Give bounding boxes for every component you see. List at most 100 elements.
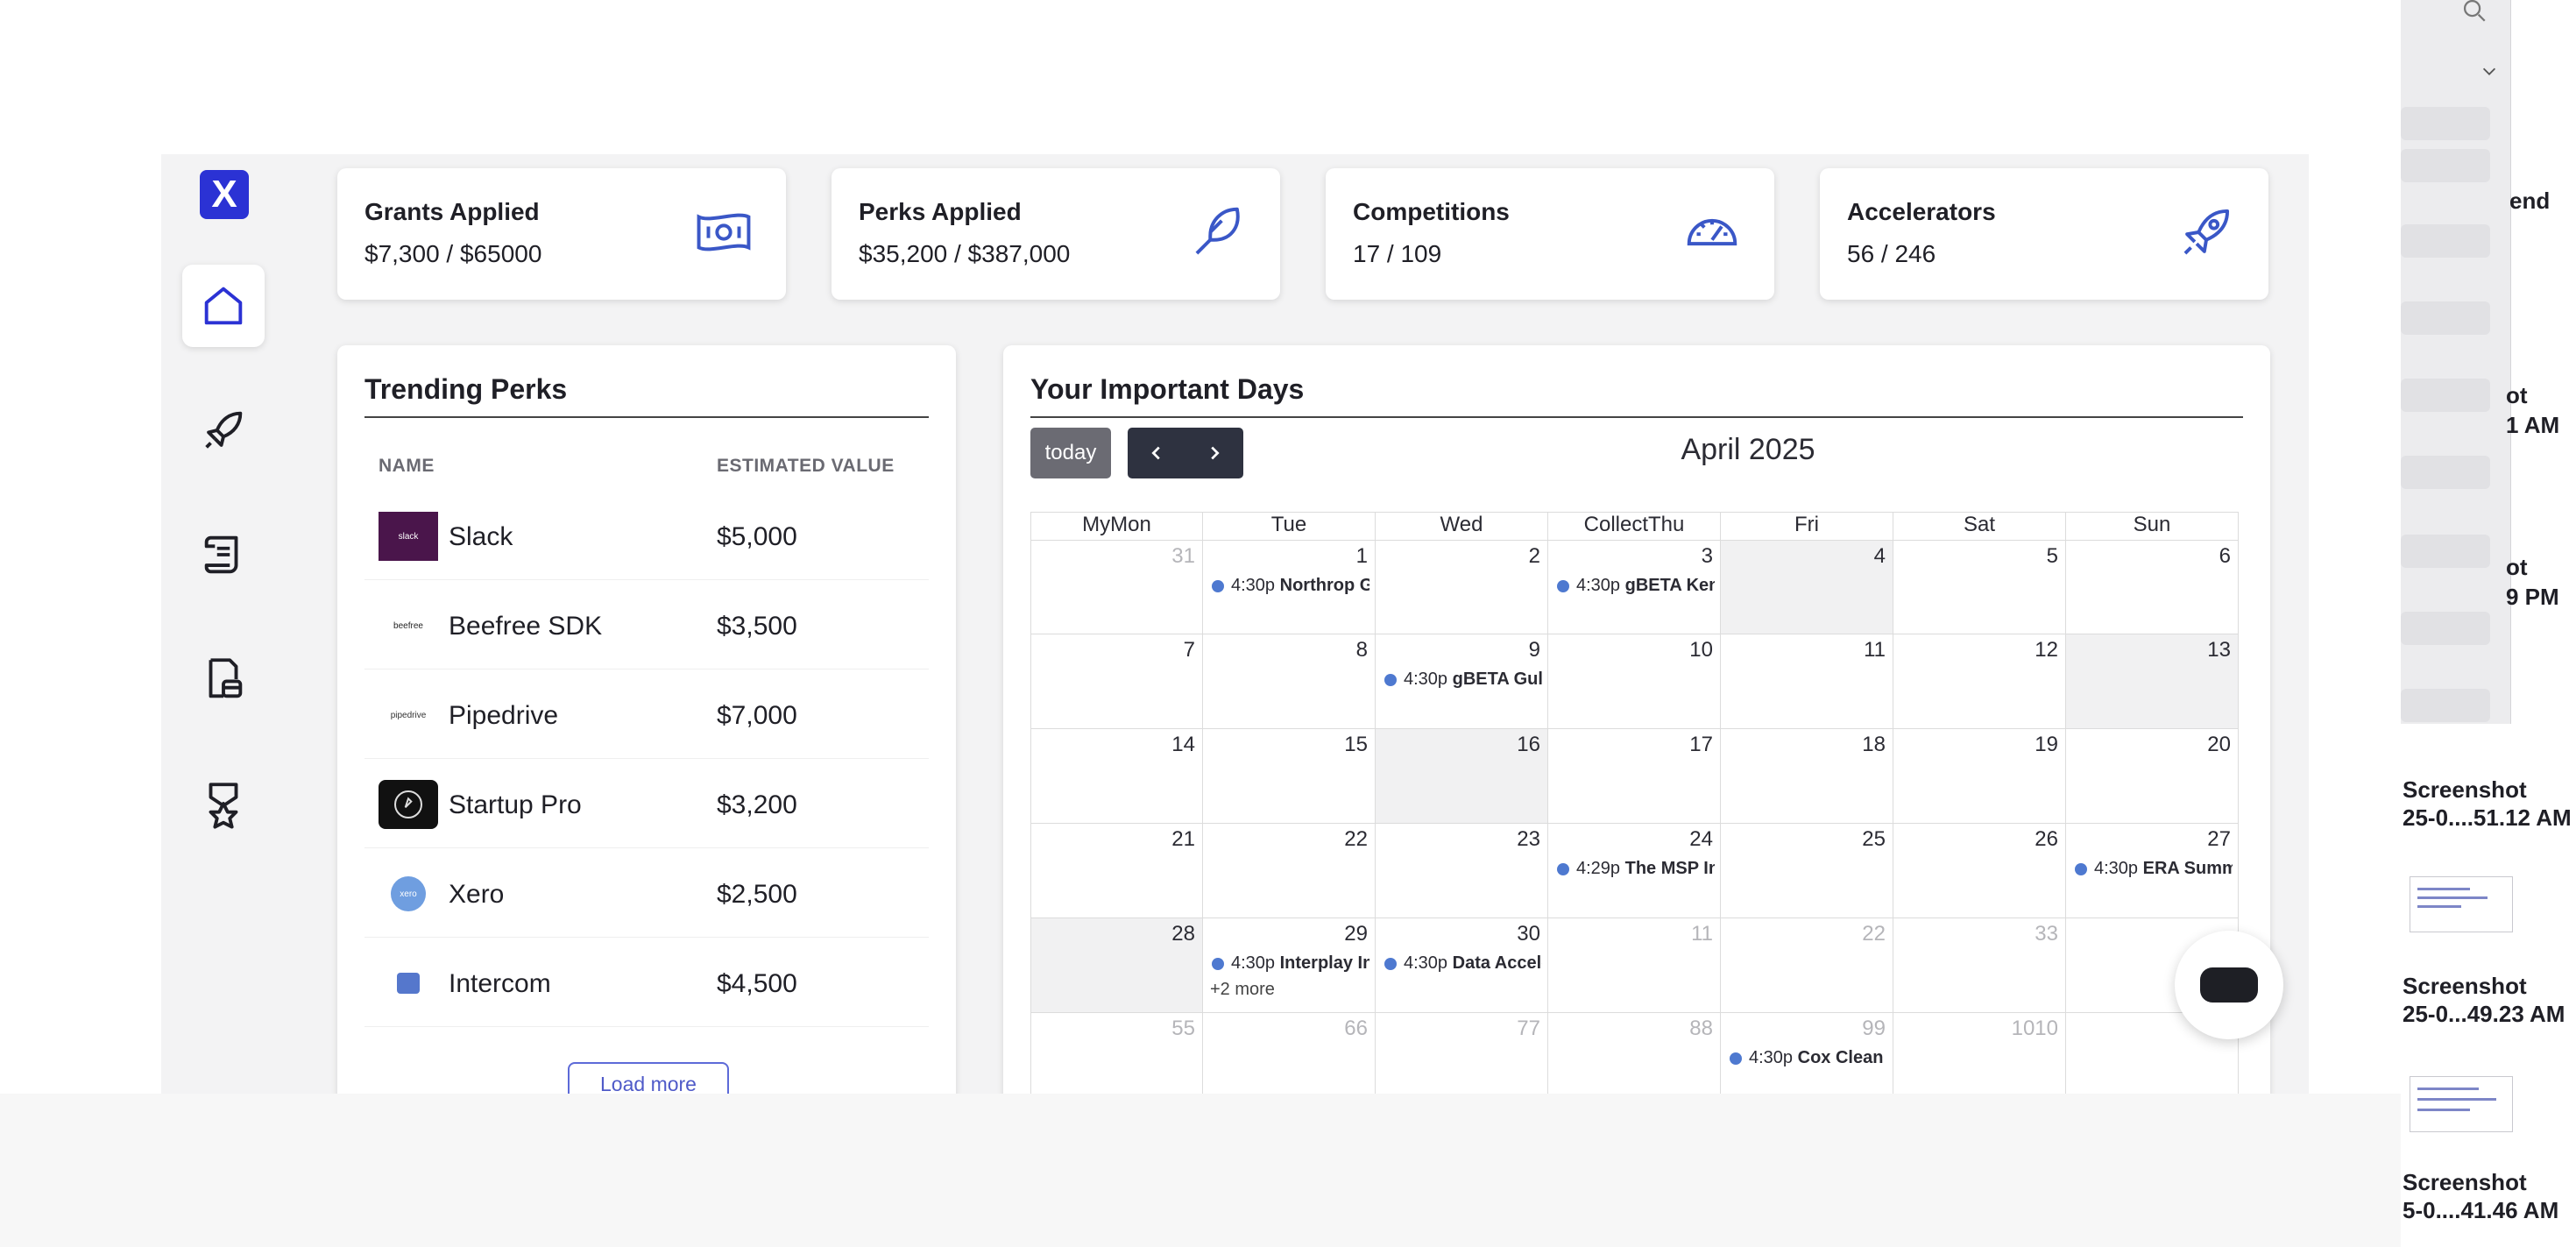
list-item[interactable] (2401, 456, 2490, 489)
calendar-day-cell[interactable]: 22 (1203, 824, 1376, 918)
prev-month-button[interactable] (1128, 428, 1185, 478)
calendar-day-cell[interactable]: 10 (1548, 634, 1721, 729)
stat-card-perks[interactable]: Perks Applied $35,200 / $387,000 (832, 168, 1280, 300)
nav-grants[interactable] (182, 514, 265, 596)
calendar-event[interactable]: 4:29p The MSP Innovation (1557, 859, 1715, 879)
file-thumbnail[interactable] (2410, 876, 2513, 932)
perk-row-xero[interactable]: xero Xero $2,500 (364, 848, 929, 938)
calendar-event[interactable]: 4:30p Interplay Innovation (1212, 953, 1369, 974)
calendar-day-cell[interactable]: 3 4:30p gBETA Kent (1548, 540, 1721, 634)
calendar-day-cell[interactable]: 6 (2066, 540, 2239, 634)
list-item[interactable] (2401, 612, 2490, 645)
rocket-icon (2183, 209, 2230, 255)
file-title[interactable]: Screenshot (2403, 973, 2527, 1000)
file-subtitle[interactable]: 25-0...49.23 AM (2403, 1001, 2565, 1028)
event-dot-icon (1557, 579, 1569, 592)
calendar-day-cell[interactable]: 13 (2066, 634, 2239, 729)
calendar-event[interactable]: 4:30p Data Accelerator (1384, 953, 1542, 974)
weekday-header: MyMon (1030, 512, 1203, 540)
speedometer-icon (1687, 218, 1737, 246)
calendar-day-cell[interactable]: 88 (1548, 1013, 1721, 1094)
calendar-event[interactable]: 4:30p gBETA Kent (1557, 576, 1715, 596)
calendar-day-cell[interactable]: 7 (1030, 634, 1203, 729)
calendar-day-cell[interactable]: 55 (1030, 1013, 1203, 1094)
perk-row-startup-pro[interactable]: Startup Pro $3,200 (364, 759, 929, 848)
calendar-day-cell[interactable]: 23 (1376, 824, 1548, 918)
search-icon (2463, 0, 2486, 22)
calendar-day-cell[interactable]: 99 4:30p Cox Clean (1721, 1013, 1893, 1094)
file-title[interactable]: Screenshot (2403, 776, 2527, 804)
calendar-day-cell[interactable]: 25 (1721, 824, 1893, 918)
calendar-day-cell[interactable]: 30 4:30p Data Accelerator (1376, 918, 1548, 1013)
file-title[interactable]: Screenshot (2403, 1169, 2527, 1196)
calendar-day-cell[interactable]: 15 (1203, 729, 1376, 824)
calendar-day-cell[interactable]: 16 (1376, 729, 1548, 824)
list-item[interactable] (2401, 689, 2490, 722)
nav-accelerators[interactable] (182, 389, 265, 471)
stat-card-accelerators[interactable]: Accelerators 56 / 246 (1820, 168, 2268, 300)
chat-button[interactable] (2175, 931, 2283, 1039)
load-more-button[interactable]: Load more (568, 1062, 729, 1094)
calendar-day-cell[interactable]: 14 (1030, 729, 1203, 824)
calendar-day-cell[interactable]: 8 (1203, 634, 1376, 729)
calendar-event[interactable]: 4:30p Northrop Grumman (1212, 576, 1369, 596)
event-title: gBETA Kent (1624, 576, 1715, 595)
calendar-day-cell[interactable]: 27 4:30p ERA Summer (2066, 824, 2239, 918)
calendar-day-cell[interactable]: 11 (1721, 634, 1893, 729)
calendar-day-cell[interactable]: 20 (2066, 729, 2239, 824)
calendar-day-cell[interactable]: 22 (1721, 918, 1893, 1013)
divider (1030, 416, 2243, 418)
today-button[interactable]: today (1030, 428, 1111, 478)
perk-row-intercom[interactable]: Intercom $4,500 (364, 938, 929, 1027)
calendar-day-cell[interactable]: 24 4:29p The MSP Innovation (1548, 824, 1721, 918)
calendar-day-cell[interactable]: 18 (1721, 729, 1893, 824)
calendar-event[interactable]: 4:30p ERA Summer (2075, 859, 2233, 879)
app-logo[interactable]: X (200, 170, 249, 219)
calendar-day-cell[interactable]: 21 (1030, 824, 1203, 918)
event-title: gBETA Gulf (1452, 670, 1542, 689)
calendar-day-cell[interactable]: 9 4:30p gBETA Gulf (1376, 634, 1548, 729)
calendar-day-cell[interactable]: 4 (1721, 540, 1893, 634)
calendar-day-cell[interactable]: 26 (1893, 824, 2066, 918)
more-events-link[interactable]: +2 more (1210, 980, 1275, 1000)
file-subtitle[interactable]: 25-0....51.12 AM (2403, 804, 2572, 832)
calendar-event[interactable]: 4:30p Cox Clean (1730, 1048, 1887, 1068)
perk-row-pipedrive[interactable]: pipedrive Pipedrive $7,000 (364, 670, 929, 759)
list-item[interactable] (2401, 535, 2490, 568)
calendar-day-cell[interactable]: 12 (1893, 634, 2066, 729)
desktop-sidebar: end ot 1 AM ot 9 PM Screenshot 25-0....5… (2401, 0, 2576, 1247)
calendar-day-cell[interactable]: 31 (1030, 540, 1203, 634)
screen: X Grants Applied $7,300 / $65000 Perks A… (0, 0, 2576, 1247)
file-thumbnail[interactable] (2410, 1076, 2513, 1132)
next-month-button[interactable] (1185, 428, 1243, 478)
calendar-day-cell[interactable]: 294:30p Interplay Innovation+2 more (1203, 918, 1376, 1013)
day-number: 13 (2207, 638, 2231, 662)
calendar-day-cell[interactable]: 1 4:30p Northrop Grumman (1203, 540, 1376, 634)
list-item[interactable] (2401, 107, 2490, 140)
list-item[interactable] (2401, 224, 2490, 258)
stat-card-competitions[interactable]: Competitions 17 / 109 (1326, 168, 1774, 300)
list-item[interactable] (2401, 149, 2490, 182)
nav-competitions[interactable] (182, 762, 265, 845)
nav-home[interactable] (182, 265, 265, 347)
calendar-day-cell[interactable]: 5 (1893, 540, 2066, 634)
list-item[interactable] (2401, 301, 2490, 335)
calendar-day-cell[interactable]: 2 (1376, 540, 1548, 634)
perk-row-beefree[interactable]: beefree Beefree SDK $3,500 (364, 580, 929, 670)
calendar-event[interactable]: 4:30p gBETA Gulf (1384, 670, 1542, 690)
calendar-day-cell[interactable]: 11 (1548, 918, 1721, 1013)
day-number: 12 (2035, 638, 2058, 662)
calendar-day-cell[interactable]: 19 (1893, 729, 2066, 824)
day-number: 31 (1171, 544, 1195, 568)
calendar-day-cell[interactable]: 28 (1030, 918, 1203, 1013)
nav-perks[interactable] (182, 638, 265, 720)
list-item[interactable] (2401, 379, 2490, 412)
perk-row-slack[interactable]: slack Slack $5,000 (364, 491, 929, 580)
calendar-day-cell[interactable]: 66 (1203, 1013, 1376, 1094)
calendar-day-cell[interactable]: 17 (1548, 729, 1721, 824)
calendar-day-cell[interactable]: 33 (1893, 918, 2066, 1013)
calendar-day-cell[interactable]: 77 (1376, 1013, 1548, 1094)
stat-card-grants[interactable]: Grants Applied $7,300 / $65000 (337, 168, 786, 300)
calendar-day-cell[interactable]: 1010 (1893, 1013, 2066, 1094)
file-subtitle[interactable]: 5-0....41.46 AM (2403, 1197, 2558, 1224)
